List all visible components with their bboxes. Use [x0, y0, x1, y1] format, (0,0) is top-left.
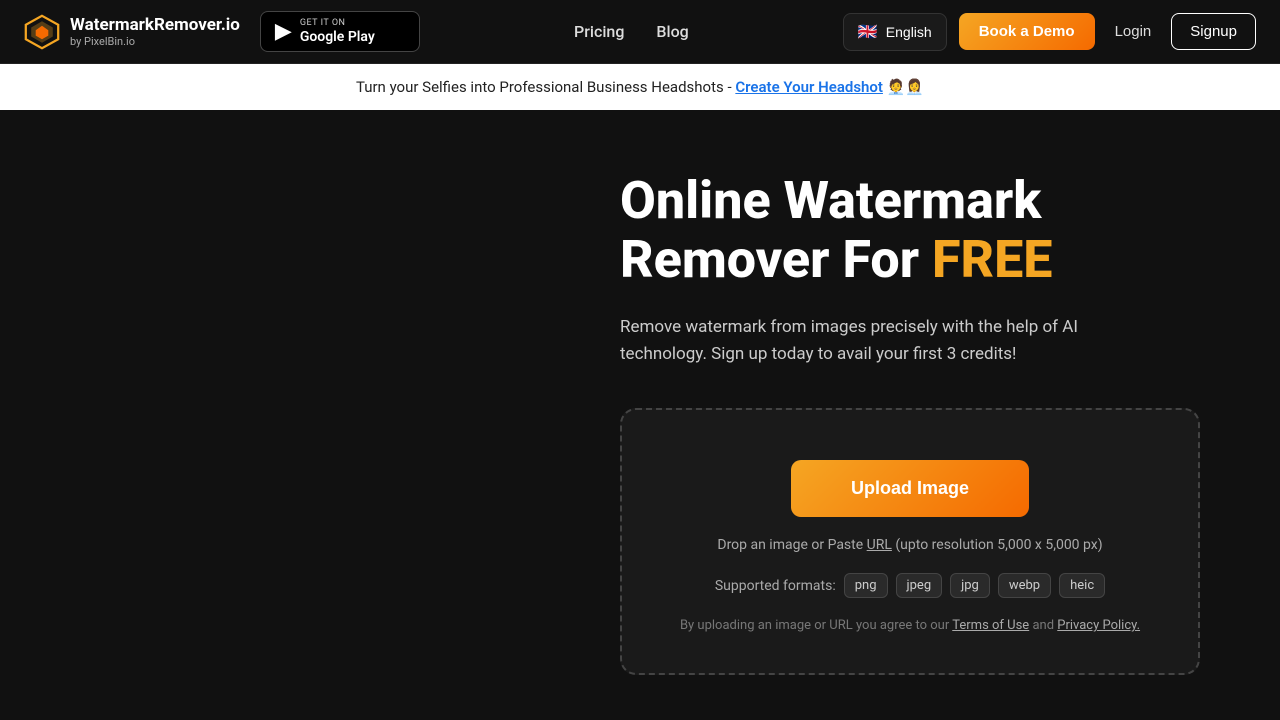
- nav-center: Pricing Blog: [574, 22, 689, 41]
- logo-name: WatermarkRemover.io: [70, 15, 240, 35]
- format-png: png: [844, 573, 888, 598]
- terms-link[interactable]: Terms of Use: [952, 618, 1029, 633]
- announcement-bar: Turn your Selfies into Professional Busi…: [0, 64, 1280, 110]
- logo-sub: by PixelBin.io: [70, 35, 240, 48]
- left-panel: [0, 110, 600, 716]
- announcement-emoji: 🧑‍💼👩‍💼: [887, 78, 924, 96]
- hero-subtext: Remove watermark from images precisely w…: [620, 314, 1140, 368]
- url-link[interactable]: URL: [867, 537, 892, 553]
- formats-label: Supported formats:: [715, 578, 836, 594]
- google-play-icon: ▶: [275, 19, 292, 44]
- language-selector[interactable]: 🇬🇧 English: [843, 13, 947, 51]
- privacy-link[interactable]: Privacy Policy.: [1057, 618, 1140, 633]
- formats-row: Supported formats: png jpeg jpg webp hei…: [715, 573, 1105, 598]
- flag-icon: 🇬🇧: [858, 22, 878, 42]
- language-label: English: [886, 24, 932, 40]
- format-webp: webp: [998, 573, 1051, 598]
- format-jpeg: jpeg: [896, 573, 943, 598]
- logo-icon: [24, 14, 60, 50]
- headline-part1: Online Watermark: [620, 170, 1041, 231]
- main-content: Online Watermark Remover For FREE Remove…: [0, 110, 1280, 716]
- blog-link[interactable]: Blog: [656, 22, 688, 41]
- format-jpg: jpg: [950, 573, 990, 598]
- headline-part2: Remover For: [620, 229, 932, 290]
- login-button[interactable]: Login: [1107, 13, 1160, 50]
- pricing-link[interactable]: Pricing: [574, 22, 624, 41]
- book-demo-button[interactable]: Book a Demo: [959, 13, 1095, 50]
- google-play-big-text: Google Play: [300, 29, 375, 46]
- headline-free: FREE: [932, 229, 1052, 290]
- google-play-small-text: GET IT ON: [300, 18, 375, 29]
- upload-box: Upload Image Drop an image or Paste URL …: [620, 408, 1200, 675]
- headshot-link[interactable]: Create Your Headshot: [735, 78, 883, 96]
- right-panel: Online Watermark Remover For FREE Remove…: [600, 110, 1280, 716]
- legal-text: By uploading an image or URL you agree t…: [680, 618, 1140, 633]
- nav-left: WatermarkRemover.io by PixelBin.io ▶ GET…: [24, 11, 420, 53]
- nav-right: 🇬🇧 English Book a Demo Login Signup: [843, 13, 1256, 51]
- signup-button[interactable]: Signup: [1171, 13, 1256, 50]
- headline: Online Watermark Remover For FREE: [620, 171, 1220, 291]
- format-heic: heic: [1059, 573, 1105, 598]
- logo-text: WatermarkRemover.io by PixelBin.io: [70, 15, 240, 48]
- upload-image-button[interactable]: Upload Image: [791, 460, 1029, 517]
- google-play-button[interactable]: ▶ GET IT ON Google Play: [260, 11, 420, 53]
- drop-text: Drop an image or Paste URL (upto resolut…: [717, 537, 1102, 553]
- announcement-text: Turn your Selfies into Professional Busi…: [356, 78, 732, 96]
- navbar: WatermarkRemover.io by PixelBin.io ▶ GET…: [0, 0, 1280, 64]
- logo-link[interactable]: WatermarkRemover.io by PixelBin.io: [24, 14, 240, 50]
